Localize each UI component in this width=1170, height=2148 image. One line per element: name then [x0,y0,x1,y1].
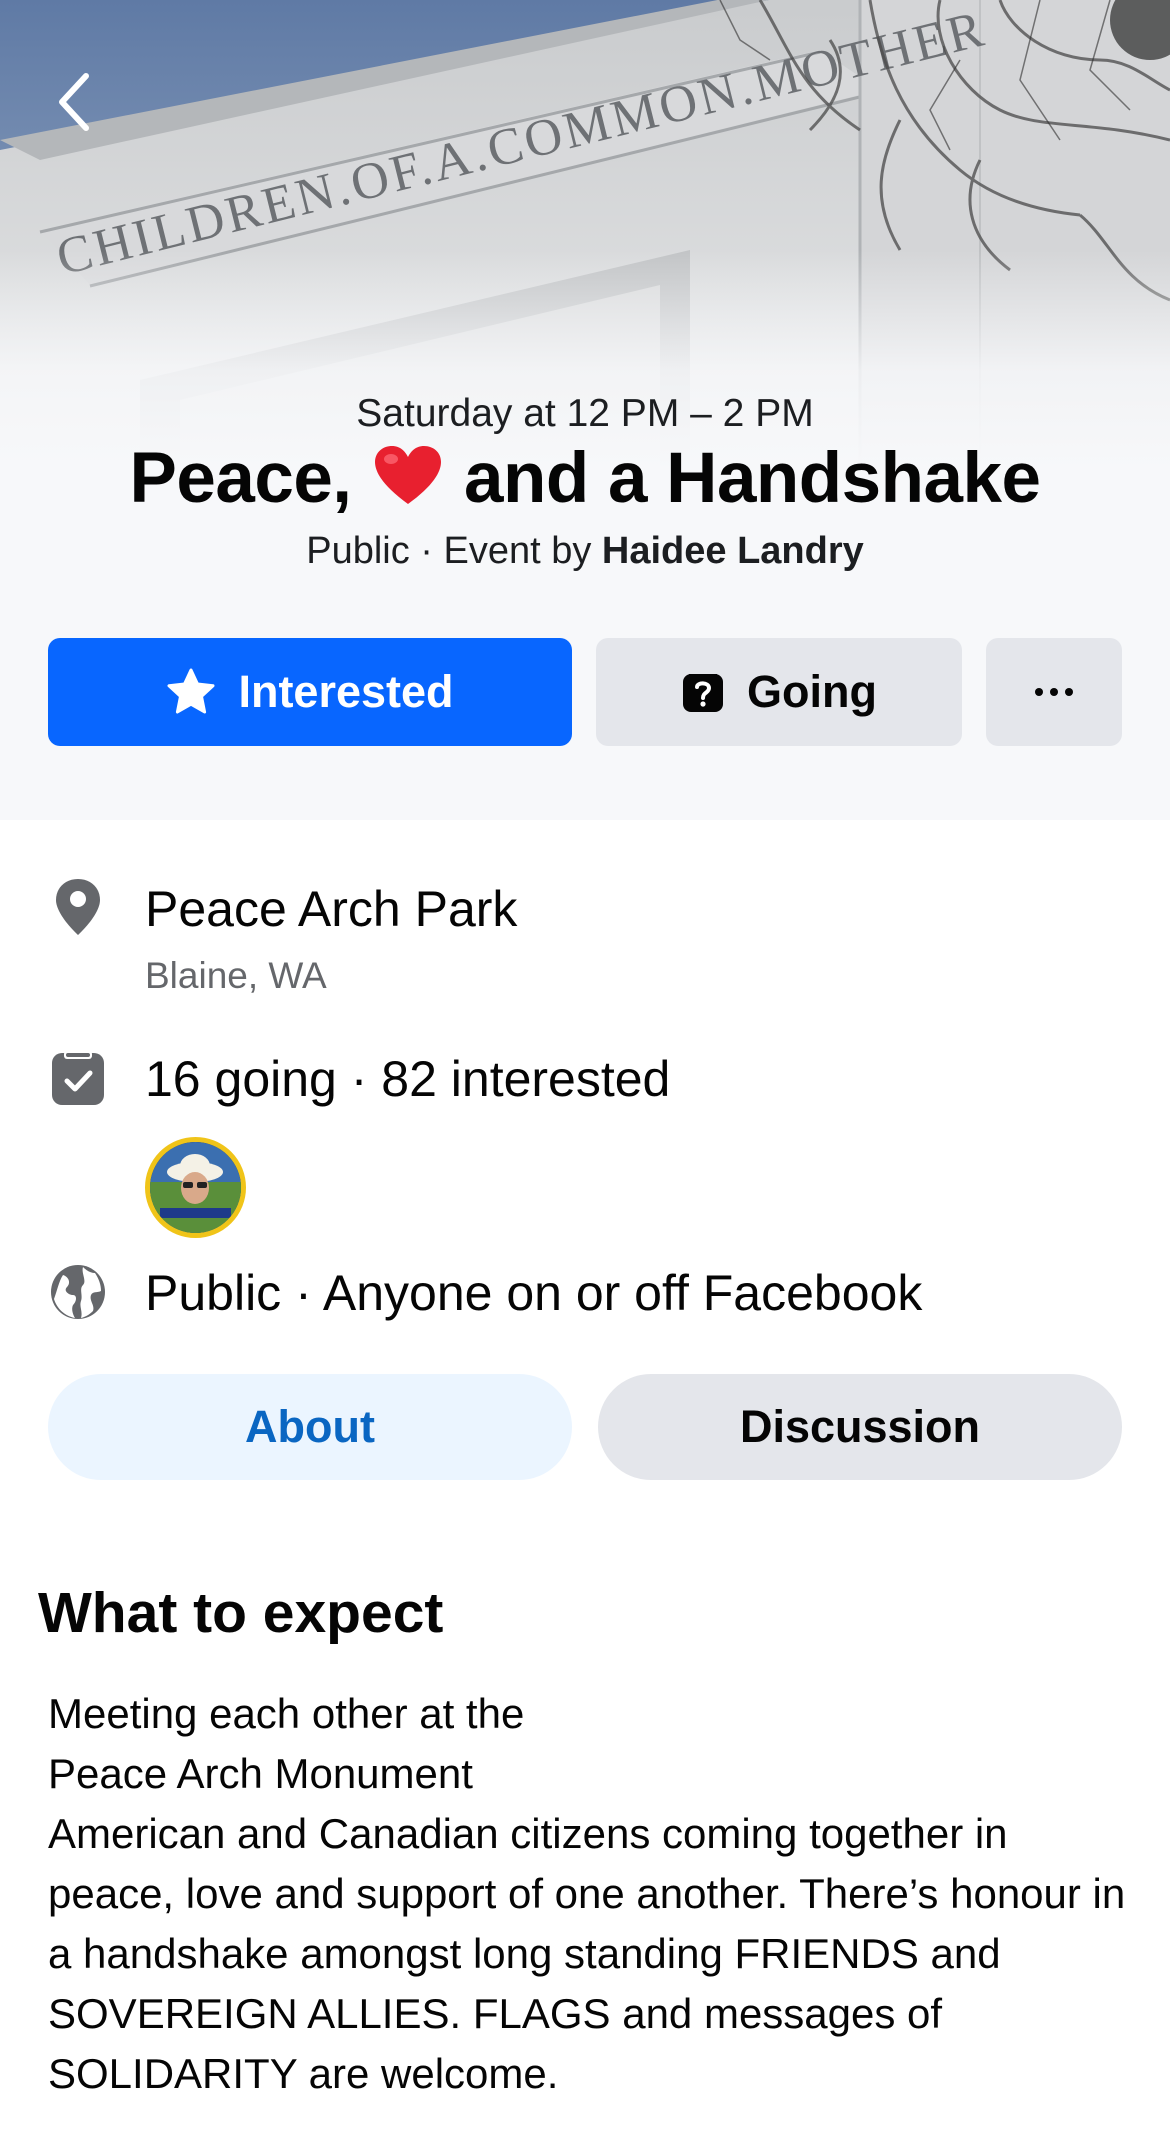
question-calendar-icon [681,670,725,714]
event-host-link[interactable]: Haidee Landry [602,530,864,572]
privacy-text: Public · Anyone on or off Facebook [145,1265,923,1321]
calendar-check-icon [48,1048,108,1108]
star-icon [166,668,216,716]
event-description: Meeting each other at the Peace Arch Mon… [48,1684,1138,2104]
going-button[interactable]: Going [596,638,962,746]
section-heading: What to expect [38,1581,444,1645]
interested-label: Interested [238,666,454,717]
globe-icon [48,1262,108,1322]
attendance-count[interactable]: 16 going · 82 interested [145,1050,670,1108]
event-header: CHILDREN.OF.A.COMMON.MOTHER Saturday at … [0,0,1170,820]
event-visibility: Public · Event by [306,530,602,572]
tab-discussion[interactable]: Discussion [598,1374,1122,1480]
description-line: American and Canadian citizens coming to… [48,1810,1126,2097]
event-title-part1: Peace, [129,439,353,518]
event-date-time: Saturday at 12 PM – 2 PM [356,392,814,435]
more-dots-icon [1035,688,1073,696]
event-title-part2: and a Handshake [464,439,1041,518]
location-name[interactable]: Peace Arch Park [145,880,517,938]
description-line: Peace Arch Monument [48,1750,473,1797]
event-title: Peace, and a Handshake [0,438,1170,519]
back-button[interactable] [44,62,104,142]
interested-button[interactable]: Interested [48,638,572,746]
event-meta: Public · Event by Haidee Landry [0,530,1170,573]
heart-emoji-icon [374,446,441,504]
chevron-left-icon [59,73,89,131]
attendee-avatar[interactable] [145,1137,246,1238]
location-city: Blaine, WA [145,955,327,996]
location-pin-icon [48,877,108,937]
going-label: Going [747,666,877,717]
more-options-button[interactable] [986,638,1122,746]
description-line: Meeting each other at the [48,1690,525,1737]
tab-about[interactable]: About [48,1374,572,1480]
